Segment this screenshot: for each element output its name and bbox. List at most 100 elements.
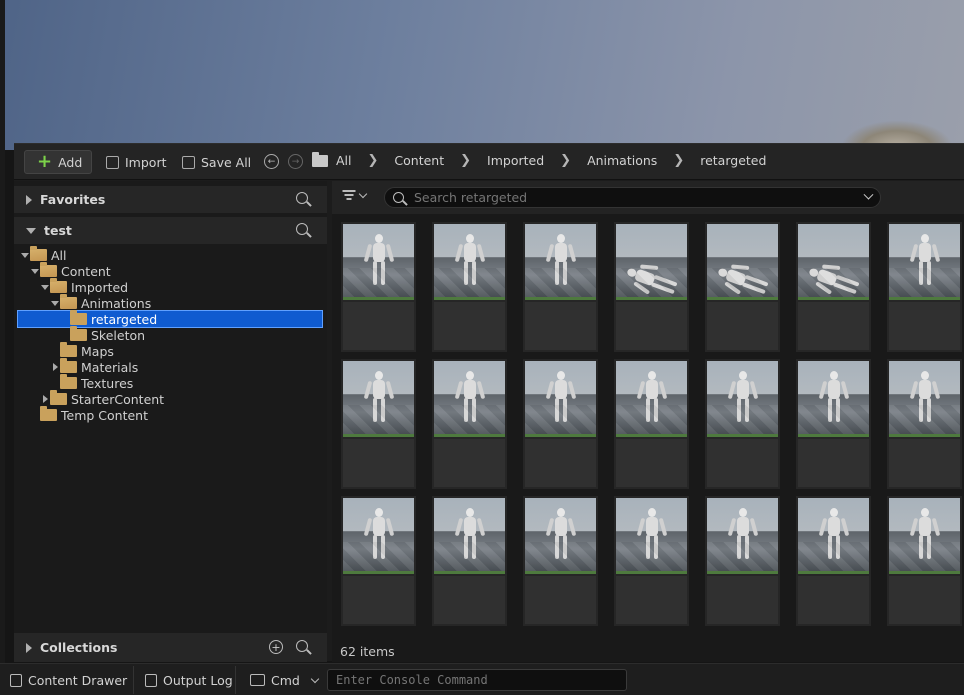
console-command-field[interactable] [327,669,627,691]
asset-tile[interactable] [614,496,689,626]
asset-tile[interactable] [432,496,507,626]
asset-tile[interactable] [887,222,962,352]
asset-type-strip [798,297,869,300]
collapse-arrow-icon[interactable] [20,252,30,258]
folder-icon [60,358,77,373]
cmd-dropdown[interactable]: Cmd [250,664,320,695]
tree-item[interactable]: StarterContent [14,390,327,407]
chevron-right-icon[interactable]: ❯ [368,153,379,168]
tree-item[interactable]: retargeted [17,310,323,328]
asset-tile[interactable] [432,359,507,489]
chevron-down-icon [358,189,368,198]
tree-item[interactable]: Maps [14,342,327,359]
collapse-arrow-icon[interactable] [40,284,50,290]
asset-type-strip [343,297,414,300]
folder-icon [70,326,87,341]
terminal-icon [250,674,265,686]
breadcrumb-item[interactable]: retargeted [700,153,766,168]
asset-tile[interactable] [796,496,871,626]
expand-arrow-icon[interactable] [26,642,32,653]
console-input[interactable] [336,670,626,690]
breadcrumb-item[interactable]: All [336,153,352,168]
mannequin-figure [727,508,758,560]
collections-header[interactable]: Collections + [14,633,327,662]
asset-tile[interactable] [705,359,780,489]
asset-tile[interactable] [523,222,598,352]
import-button[interactable]: Import [106,150,167,174]
collapse-arrow-icon[interactable] [26,227,36,234]
asset-type-strip [889,571,960,574]
tree-item[interactable]: Skeleton [14,326,327,343]
asset-name-area [889,439,960,487]
asset-tile[interactable] [796,222,871,352]
tree-item-label: Skeleton [91,327,146,343]
folder-icon[interactable] [312,152,328,167]
search-icon [393,192,404,203]
expand-arrow-icon[interactable] [40,395,50,403]
tree-item[interactable]: Textures [14,374,327,391]
import-button-label: Import [125,154,167,170]
level-viewport[interactable] [0,0,964,695]
mannequin-figure [545,371,576,423]
tree-item[interactable]: Materials [14,358,327,375]
breadcrumb-item[interactable]: Content [394,153,444,168]
breadcrumb-item[interactable]: Animations [587,153,657,168]
search-icon[interactable] [296,640,308,655]
expand-arrow-icon[interactable] [50,363,60,371]
chevron-right-icon[interactable]: ❯ [673,153,684,168]
animation-thumbnail [798,361,869,434]
asset-tile[interactable] [796,359,871,489]
output-log-label: Output Log [163,672,233,688]
save-all-button[interactable]: Save All [182,150,251,174]
tree-item[interactable]: Content [14,262,327,279]
mannequin-figure [909,234,940,286]
asset-tile[interactable] [614,222,689,352]
filter-button[interactable] [342,189,368,200]
asset-name-area [525,576,596,624]
collapse-arrow-icon[interactable] [30,268,40,274]
asset-type-strip [616,571,687,574]
content-drawer-button[interactable]: Content Drawer [10,664,127,695]
tree-item-label: Temp Content [61,407,148,423]
asset-tile[interactable] [523,359,598,489]
viewport-left-edge [0,0,5,695]
breadcrumb-item[interactable]: Imported [487,153,544,168]
asset-tile[interactable] [341,359,416,489]
test-header[interactable]: test [14,217,327,244]
search-input[interactable] [414,190,854,205]
mannequin-figure [909,508,940,560]
asset-search[interactable] [384,187,881,208]
tree-item[interactable]: Imported [14,278,327,295]
asset-tile[interactable] [705,496,780,626]
asset-tile[interactable] [523,496,598,626]
mannequin-figure [454,371,485,423]
tree-item[interactable]: All [14,246,327,263]
asset-tile[interactable] [887,359,962,489]
add-collection-icon[interactable]: + [269,640,283,654]
animation-thumbnail [434,224,505,297]
chevron-down-icon[interactable] [863,189,874,200]
asset-type-strip [707,571,778,574]
expand-arrow-icon[interactable] [26,194,32,205]
asset-tile[interactable] [705,222,780,352]
asset-tile[interactable] [887,496,962,626]
tree-item[interactable]: Temp Content [14,406,327,423]
add-button[interactable]: + Add [24,150,92,174]
asset-tile[interactable] [614,359,689,489]
search-icon[interactable] [296,223,308,238]
animation-thumbnail [434,361,505,434]
tree-item[interactable]: Animations [14,294,327,311]
asset-tile[interactable] [341,496,416,626]
history-back-icon[interactable]: ← [264,154,279,169]
search-icon[interactable] [296,192,308,207]
favorites-header[interactable]: Favorites [14,186,327,213]
output-log-button[interactable]: Output Log [145,664,233,695]
asset-tile[interactable] [341,222,416,352]
collapse-arrow-icon[interactable] [50,300,60,306]
mannequin-figure [545,234,576,286]
chevron-right-icon[interactable]: ❯ [460,153,471,168]
asset-tile[interactable] [432,222,507,352]
asset-name-area [707,302,778,350]
history-forward-icon[interactable]: → [288,154,303,169]
chevron-right-icon[interactable]: ❯ [560,153,571,168]
